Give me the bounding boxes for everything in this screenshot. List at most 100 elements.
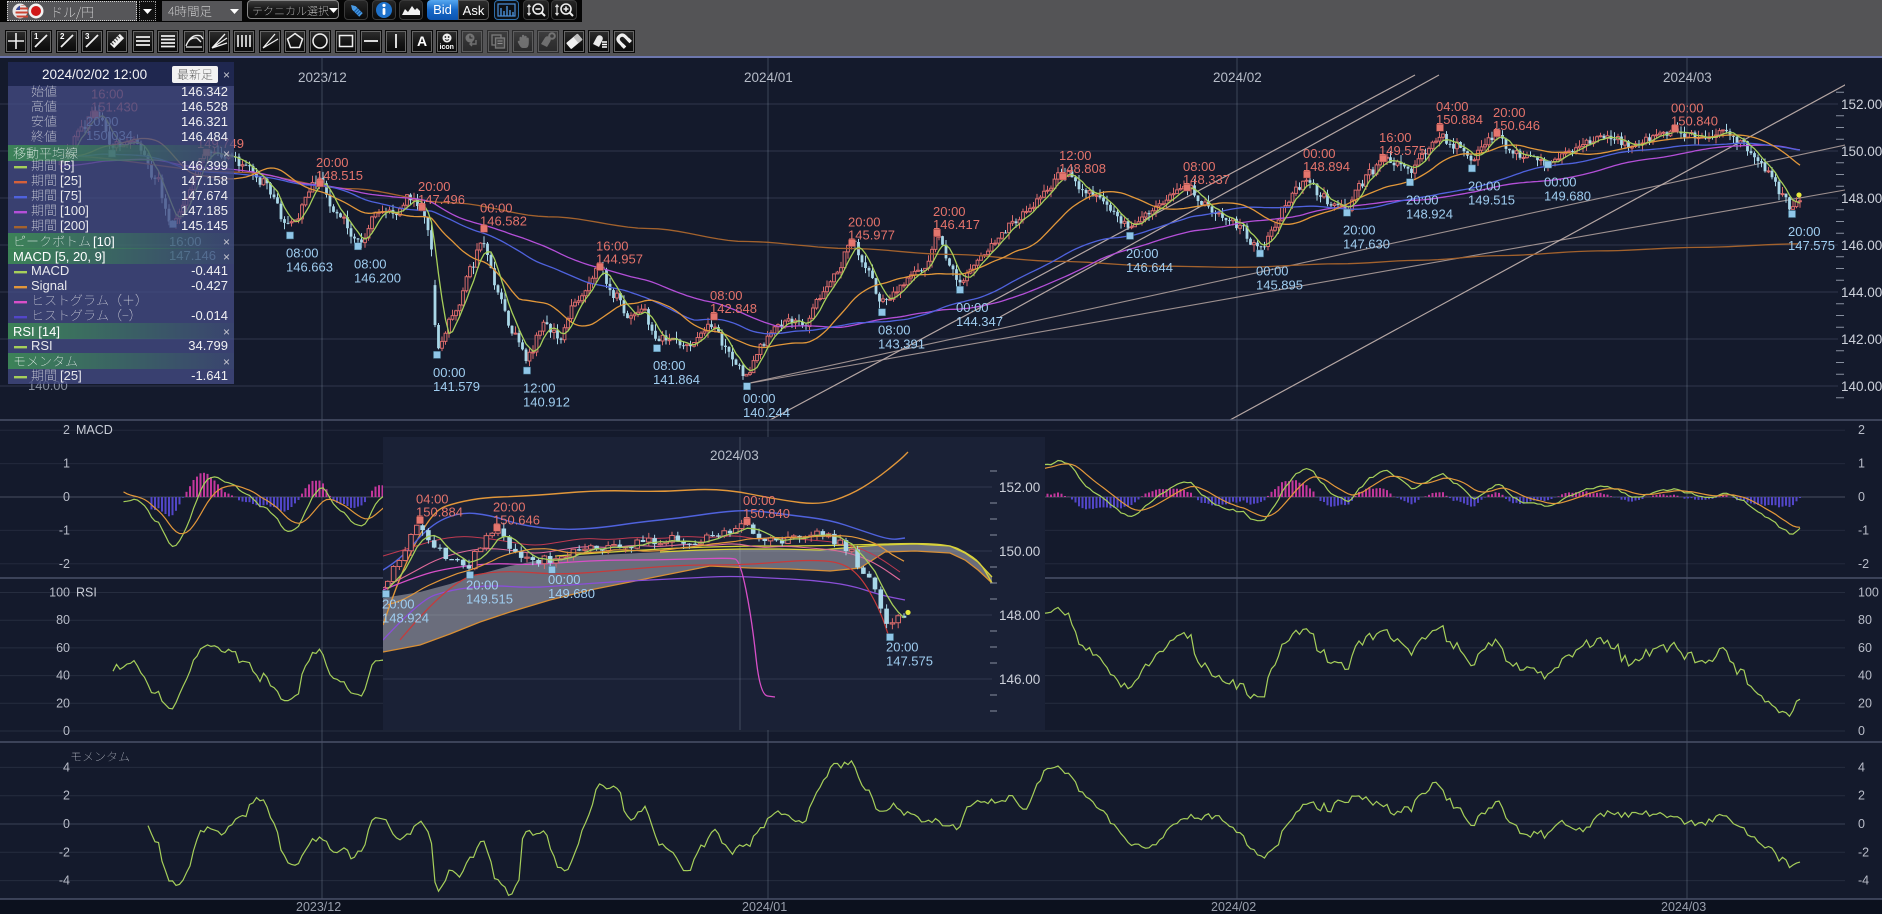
svg-text:141.579: 141.579 xyxy=(433,379,480,394)
svg-text:2: 2 xyxy=(60,32,65,41)
svg-text:146.321: 146.321 xyxy=(181,114,228,129)
svg-text:2024/01: 2024/01 xyxy=(744,70,793,85)
svg-text:150.646: 150.646 xyxy=(1493,118,1540,133)
svg-text:141.864: 141.864 xyxy=(653,372,700,387)
svg-text:20: 20 xyxy=(1858,696,1872,710)
svg-text:0: 0 xyxy=(1858,724,1865,738)
svg-text:148.00: 148.00 xyxy=(1841,191,1882,206)
svg-text:144.347: 144.347 xyxy=(956,314,1003,329)
svg-text:-1.641: -1.641 xyxy=(191,368,228,383)
svg-text:147.185: 147.185 xyxy=(181,203,228,218)
svg-text:08:00: 08:00 xyxy=(286,245,319,260)
svg-text:146.417: 146.417 xyxy=(933,217,980,232)
svg-text:20:00: 20:00 xyxy=(1468,178,1501,193)
svg-text:0: 0 xyxy=(63,724,70,738)
svg-text:[100]: [100] xyxy=(60,203,89,218)
svg-text:40: 40 xyxy=(56,669,70,683)
svg-text:[25]: [25] xyxy=(60,368,82,383)
svg-text:147.575: 147.575 xyxy=(886,654,933,669)
svg-text:149.575: 149.575 xyxy=(1379,143,1426,158)
svg-text:80: 80 xyxy=(1858,613,1872,627)
svg-text:148.894: 148.894 xyxy=(1303,159,1350,174)
svg-text:140.244: 140.244 xyxy=(743,405,790,420)
svg-text:148.00: 148.00 xyxy=(999,608,1040,623)
svg-text:148.337: 148.337 xyxy=(1183,172,1230,187)
svg-text:×: × xyxy=(223,235,230,249)
svg-text:149.680: 149.680 xyxy=(548,586,595,601)
svg-text:147.575: 147.575 xyxy=(1788,238,1835,253)
svg-text:3: 3 xyxy=(85,32,90,41)
svg-text:148.808: 148.808 xyxy=(1059,161,1106,176)
svg-text:2: 2 xyxy=(1858,789,1865,803)
svg-text:152.00: 152.00 xyxy=(999,480,1040,495)
svg-text:149.680: 149.680 xyxy=(1544,189,1591,204)
svg-text:100: 100 xyxy=(49,586,70,600)
svg-text:×: × xyxy=(223,68,230,82)
svg-text:4: 4 xyxy=(1858,760,1865,774)
svg-text:[10]: [10] xyxy=(93,234,115,249)
svg-text:60: 60 xyxy=(1858,641,1872,655)
svg-text:00:00: 00:00 xyxy=(548,572,581,587)
svg-text:0: 0 xyxy=(1858,490,1865,504)
svg-text:RSI: RSI xyxy=(76,586,97,600)
svg-text:140.912: 140.912 xyxy=(523,395,570,410)
svg-text:2024/03: 2024/03 xyxy=(710,448,759,463)
svg-text:MACD: MACD xyxy=(76,423,113,437)
svg-text:145.895: 145.895 xyxy=(1256,277,1303,292)
svg-text:150.884: 150.884 xyxy=(1436,112,1483,127)
svg-text:2024/02: 2024/02 xyxy=(1213,70,1262,85)
svg-text:60: 60 xyxy=(56,641,70,655)
svg-text:146.00: 146.00 xyxy=(1841,238,1882,253)
svg-text:00:00: 00:00 xyxy=(433,365,466,380)
svg-text:146.582: 146.582 xyxy=(480,213,527,228)
svg-text:-2: -2 xyxy=(1858,845,1869,859)
svg-text:146.200: 146.200 xyxy=(354,270,401,285)
svg-text:143.391: 143.391 xyxy=(878,336,925,351)
svg-text:152.00: 152.00 xyxy=(1841,97,1882,112)
svg-text:08:00: 08:00 xyxy=(653,358,686,373)
svg-text:20:00: 20:00 xyxy=(1343,223,1376,238)
svg-text:00:00: 00:00 xyxy=(1544,175,1577,190)
svg-text:×: × xyxy=(223,250,230,264)
svg-text:20:00: 20:00 xyxy=(466,578,499,593)
svg-text:40: 40 xyxy=(1858,669,1872,683)
svg-text:148.924: 148.924 xyxy=(382,610,429,625)
svg-text:-4: -4 xyxy=(1858,874,1869,888)
svg-text:MACD: MACD xyxy=(31,263,69,278)
svg-text:145.145: 145.145 xyxy=(181,218,228,233)
svg-text:147.630: 147.630 xyxy=(1343,237,1390,252)
svg-text:00:00: 00:00 xyxy=(1256,263,1289,278)
svg-text:-0.427: -0.427 xyxy=(191,278,228,293)
svg-text:00:00: 00:00 xyxy=(956,300,989,315)
svg-text:147.158: 147.158 xyxy=(181,173,228,188)
svg-text:2024/03: 2024/03 xyxy=(1661,900,1706,914)
svg-text:144.957: 144.957 xyxy=(596,252,643,267)
svg-text:×: × xyxy=(223,325,230,339)
svg-text:148.924: 148.924 xyxy=(1406,206,1453,221)
svg-text:1: 1 xyxy=(1858,457,1865,471)
svg-text:×: × xyxy=(223,355,230,369)
svg-text:0: 0 xyxy=(63,490,70,504)
svg-text:A: A xyxy=(417,33,427,49)
svg-text:146.342: 146.342 xyxy=(181,84,228,99)
svg-text:142.848: 142.848 xyxy=(710,301,757,316)
svg-text:147.496: 147.496 xyxy=(418,192,465,207)
svg-text:icon: icon xyxy=(440,44,454,51)
svg-text:0: 0 xyxy=(63,817,70,831)
svg-text:150.00: 150.00 xyxy=(999,544,1040,559)
svg-text:12:00: 12:00 xyxy=(523,381,556,396)
svg-text:100: 100 xyxy=(1858,586,1879,600)
svg-text:2023/12: 2023/12 xyxy=(296,900,341,914)
svg-text:146.399: 146.399 xyxy=(181,158,228,173)
svg-text:148.515: 148.515 xyxy=(316,168,363,183)
svg-text:2: 2 xyxy=(63,789,70,803)
svg-text:20: 20 xyxy=(56,696,70,710)
svg-text:Signal: Signal xyxy=(31,278,67,293)
svg-text:146.484: 146.484 xyxy=(181,129,228,144)
svg-text:-2: -2 xyxy=(1858,557,1869,571)
svg-text:2024/03: 2024/03 xyxy=(1663,70,1712,85)
svg-text:1: 1 xyxy=(34,32,39,41)
svg-text:144.00: 144.00 xyxy=(1841,285,1882,300)
svg-text:2023/12: 2023/12 xyxy=(298,70,347,85)
svg-text:146.00: 146.00 xyxy=(999,672,1040,687)
